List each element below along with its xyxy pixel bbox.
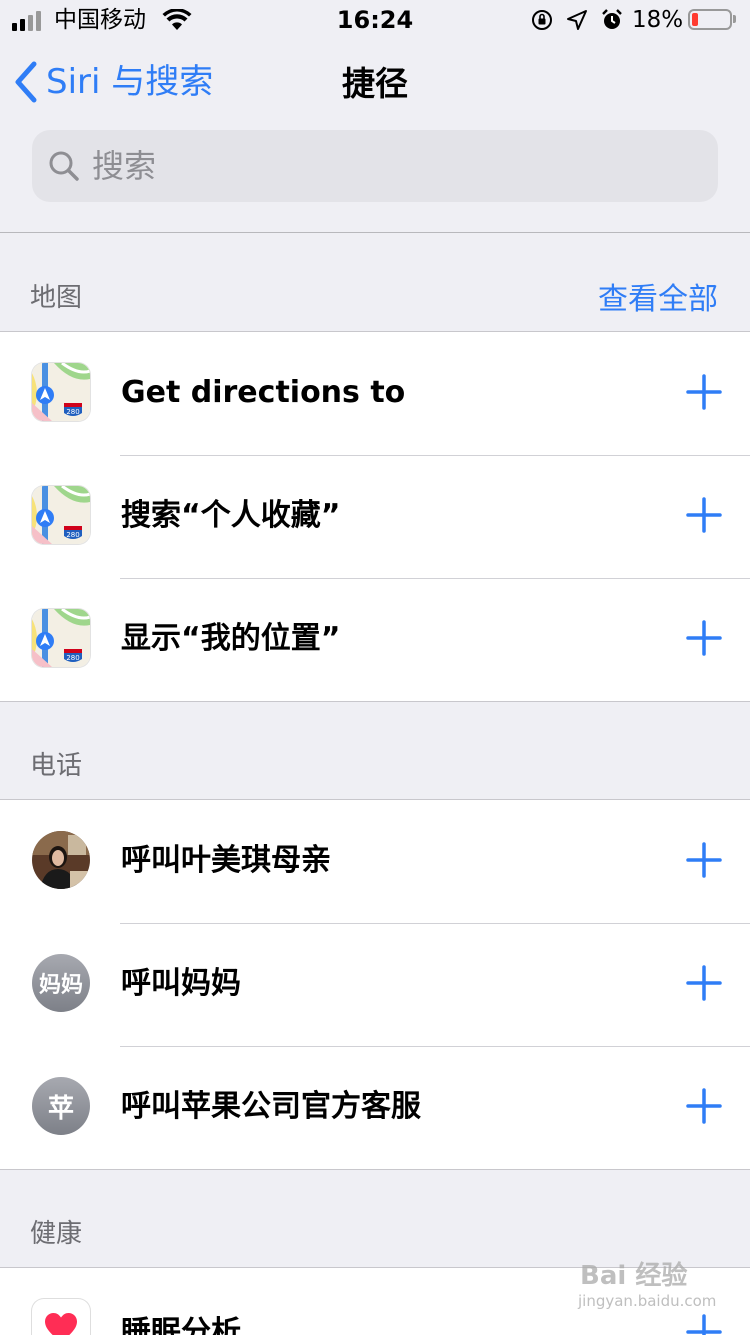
section-header-health: 健康 — [0, 1168, 750, 1268]
add-shortcut-plus-icon[interactable] — [686, 1088, 722, 1124]
shortcut-label: 睡眠分析 — [121, 1315, 241, 1335]
add-shortcut-plus-icon[interactable] — [686, 620, 722, 656]
maps-app-icon: 280 — [32, 486, 90, 544]
add-shortcut-plus-icon[interactable] — [686, 1314, 722, 1335]
maps-icon-badge: 280 — [66, 654, 79, 662]
contact-initials-avatar: 苹 — [32, 1077, 90, 1135]
add-shortcut-plus-icon[interactable] — [686, 497, 722, 533]
maps-icon-badge: 280 — [66, 531, 79, 539]
search-input[interactable] — [90, 146, 694, 186]
shortcut-label: 呼叫叶美琪母亲 — [121, 843, 331, 878]
orientation-lock-icon — [532, 10, 552, 30]
alarm-icon — [602, 9, 622, 29]
maps-app-icon: 280 — [32, 609, 90, 667]
contact-initials-avatar: 妈妈 — [32, 954, 90, 1012]
battery-icon — [688, 9, 732, 30]
section-title-health: 健康 — [30, 1219, 83, 1249]
navigation-bar: Siri 与搜索 捷径 — [0, 40, 750, 128]
search-bar[interactable] — [32, 130, 718, 202]
maps-app-icon: 280 — [32, 363, 90, 421]
watermark-url: jingyan.baidu.com — [578, 1292, 717, 1310]
shortcut-label: 搜索“个人收藏” — [121, 498, 341, 533]
battery-tip — [733, 15, 736, 23]
shortcut-label: 显示“我的位置” — [121, 621, 341, 656]
contact-photo-avatar — [32, 831, 90, 889]
shortcut-row-call-apple-support[interactable]: 苹 呼叫苹果公司官方客服 — [0, 1046, 750, 1169]
shortcut-row-show-my-location[interactable]: 280 显示“我的位置” — [0, 578, 750, 701]
maps-icon-badge: 280 — [66, 408, 79, 416]
shortcut-label: Get directions to — [121, 375, 406, 410]
shortcut-row-call-contact[interactable]: 呼叫叶美琪母亲 — [0, 800, 750, 923]
battery-level-fill — [692, 13, 698, 26]
shortcut-row-search-favorites[interactable]: 280 搜索“个人收藏” — [0, 455, 750, 578]
location-arrow-icon — [567, 10, 587, 30]
see-all-button[interactable]: 查看全部 — [598, 274, 718, 318]
avatar-initials: 妈妈 — [32, 954, 90, 1012]
section-header-maps: 地图 查看全部 — [0, 232, 750, 332]
shortcut-label: 呼叫苹果公司官方客服 — [121, 1089, 421, 1124]
status-icons — [530, 8, 624, 32]
shortcut-row-call-mom[interactable]: 妈妈 呼叫妈妈 — [0, 923, 750, 1046]
add-shortcut-plus-icon[interactable] — [686, 965, 722, 1001]
avatar-initials: 苹 — [32, 1077, 90, 1135]
search-icon — [49, 151, 79, 181]
section-title-phone: 电话 — [30, 751, 83, 781]
status-bar: 中国移动 16:24 18% — [0, 0, 750, 40]
battery-percent: 18% — [632, 7, 684, 33]
maps-shortcuts-list: 280 Get directions to 280 搜索“个人收藏” 280 显… — [0, 331, 750, 702]
add-shortcut-plus-icon[interactable] — [686, 374, 722, 410]
shortcut-row-get-directions[interactable]: 280 Get directions to — [0, 332, 750, 455]
page-title: 捷径 — [342, 64, 408, 103]
phone-shortcuts-list: 呼叫叶美琪母亲 妈妈 呼叫妈妈 苹 呼叫苹果公司官方客服 — [0, 799, 750, 1170]
shortcut-label: 呼叫妈妈 — [121, 966, 241, 1001]
section-title-maps: 地图 — [30, 283, 83, 313]
health-app-icon — [32, 1299, 90, 1335]
section-header-phone: 电话 — [0, 700, 750, 800]
watermark: Bai 经验 — [580, 1261, 688, 1291]
heart-icon — [45, 1313, 77, 1335]
add-shortcut-plus-icon[interactable] — [686, 842, 722, 878]
